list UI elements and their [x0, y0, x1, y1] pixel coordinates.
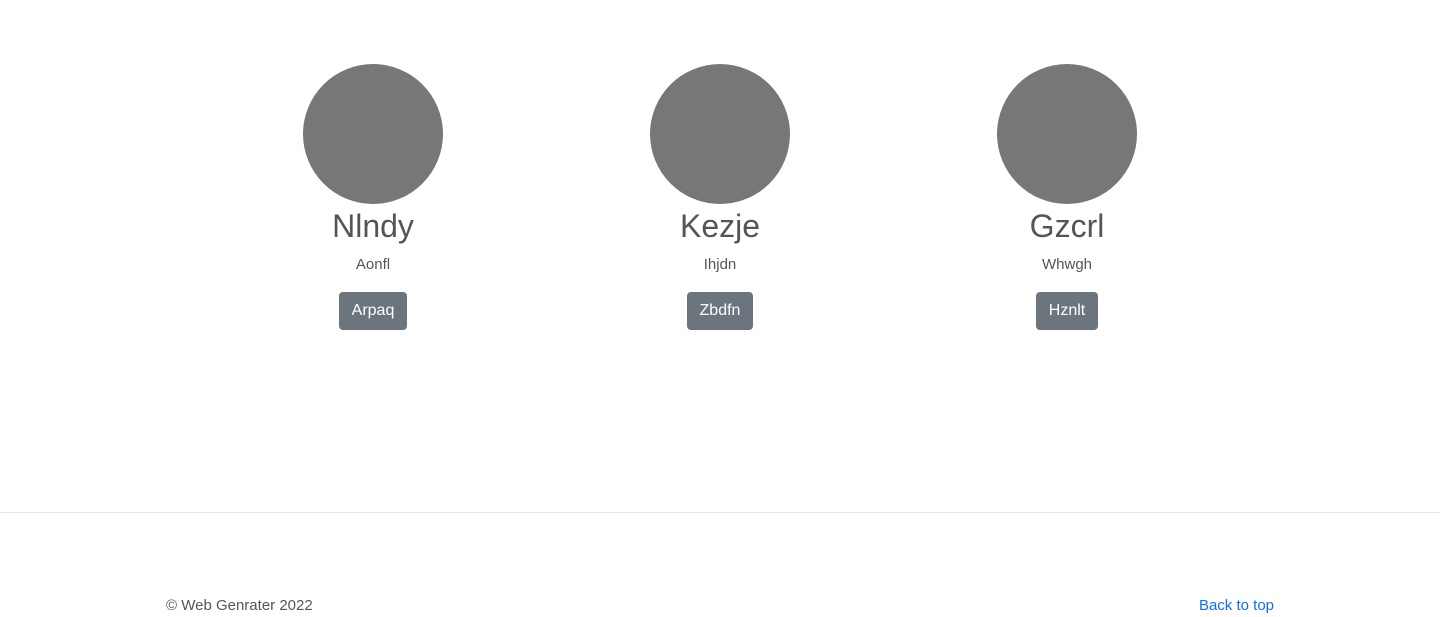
profile-name: Gzcrl: [1029, 208, 1105, 244]
profile-card: Nlndy Aonfl Arpaq: [243, 64, 503, 330]
back-to-top-link[interactable]: Back to top: [1199, 596, 1274, 616]
footer-divider: [0, 512, 1440, 513]
profile-button[interactable]: Hznlt: [1035, 292, 1099, 330]
copyright-text: © Web Genrater 2022: [166, 597, 313, 614]
avatar: [303, 64, 443, 204]
avatar: [650, 64, 790, 204]
profile-subtitle: Ihjdn: [703, 256, 737, 273]
profiles-section: Nlndy Aonfl Arpaq Kezje Ihjdn Zbdfn Gzcr…: [0, 64, 1440, 334]
profile-subtitle: Whwgh: [1041, 256, 1093, 273]
profile-card: Kezje Ihjdn Zbdfn: [590, 64, 850, 330]
profile-name: Nlndy: [332, 208, 414, 244]
profile-card: Gzcrl Whwgh Hznlt: [937, 64, 1197, 330]
profile-button[interactable]: Arpaq: [338, 292, 408, 330]
profile-button[interactable]: Zbdfn: [686, 292, 754, 330]
profile-name: Kezje: [679, 208, 761, 244]
profile-subtitle: Aonfl: [355, 256, 391, 273]
avatar: [997, 64, 1137, 204]
